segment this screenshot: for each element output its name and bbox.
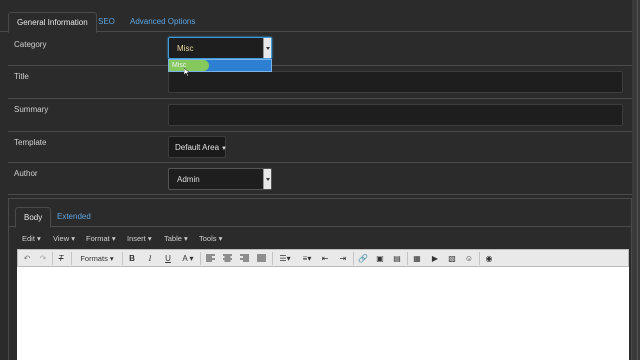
- align-justify-icon[interactable]: [257, 252, 267, 265]
- editor-toolbar: ↶ ↷ T Formats ▾ B I U A ▾ ☰▾ ≡▾ ⇤ ⇥ 🔗 ▣ …: [17, 249, 629, 267]
- indent-icon[interactable]: ⇥: [338, 252, 348, 265]
- template-label: Template: [14, 138, 47, 147]
- bullet-list-icon[interactable]: ☰▾: [276, 252, 294, 265]
- toolbar-separator: [272, 252, 273, 265]
- gallery-icon[interactable]: ▧: [447, 252, 457, 265]
- template-row: Template: [8, 132, 632, 163]
- tab-extended[interactable]: Extended: [49, 207, 99, 228]
- text-color-icon[interactable]: A ▾: [180, 252, 196, 265]
- align-left-icon[interactable]: [206, 252, 216, 265]
- undo-icon[interactable]: ↶: [22, 252, 32, 265]
- insert-image-icon[interactable]: ▦: [412, 252, 422, 265]
- italic-icon[interactable]: I: [145, 252, 155, 265]
- tab-general-information[interactable]: General Information: [8, 12, 97, 33]
- formats-dropdown[interactable]: Formats ▾: [75, 252, 119, 265]
- video-icon[interactable]: ▶: [430, 252, 440, 265]
- template-value: Default Area: [175, 143, 220, 152]
- align-center-icon[interactable]: [223, 252, 233, 265]
- category-row: Category: [8, 33, 632, 66]
- media-icon[interactable]: ▤: [392, 252, 402, 265]
- toolbar-separator: [479, 252, 480, 265]
- main-tabs: General Information SEO Advanced Options: [0, 0, 632, 33]
- title-label: Title: [14, 72, 29, 81]
- category-select[interactable]: Misc: [168, 37, 272, 59]
- chevron-down-icon: [263, 169, 271, 189]
- toolbar-separator: [200, 252, 201, 265]
- author-select-value: Admin: [177, 175, 200, 184]
- preview-eye-icon[interactable]: ◉: [483, 252, 495, 265]
- toolbar-separator: [122, 252, 123, 265]
- toolbar-separator: [71, 252, 72, 265]
- editor-tabs: Body Extended: [9, 199, 631, 228]
- numbered-list-icon[interactable]: ≡▾: [298, 252, 316, 265]
- menu-view[interactable]: View ▾: [53, 234, 75, 243]
- window-edge: [632, 0, 640, 360]
- category-select-value: Misc: [177, 44, 194, 53]
- title-input[interactable]: [168, 71, 623, 93]
- image-icon[interactable]: ▣: [375, 252, 385, 265]
- menu-format[interactable]: Format ▾: [86, 234, 116, 243]
- redo-icon[interactable]: ↷: [38, 252, 48, 265]
- editor-content-area[interactable]: [17, 267, 629, 360]
- link-icon[interactable]: 🔗: [358, 252, 368, 265]
- mouse-cursor-icon: [184, 68, 190, 77]
- tab-body[interactable]: Body: [15, 207, 52, 228]
- toolbar-separator: [353, 252, 354, 265]
- align-right-icon[interactable]: [240, 252, 250, 265]
- toolbar-separator: [407, 252, 408, 265]
- underline-icon[interactable]: U: [163, 252, 173, 265]
- author-row: Author: [8, 163, 632, 195]
- caret-down-icon: ▼: [221, 146, 227, 152]
- emoticons-icon[interactable]: ☺: [464, 252, 474, 265]
- template-dropdown-button[interactable]: Default Area ▼: [168, 136, 227, 158]
- summary-input[interactable]: [168, 104, 623, 126]
- author-select[interactable]: Admin: [168, 168, 272, 190]
- clear-formatting-icon[interactable]: T: [56, 252, 66, 265]
- tab-seo[interactable]: SEO: [90, 12, 123, 33]
- author-label: Author: [14, 169, 38, 178]
- tab-advanced-options[interactable]: Advanced Options: [122, 12, 203, 33]
- summary-label: Summary: [14, 105, 49, 114]
- menu-insert[interactable]: Insert ▾: [127, 234, 152, 243]
- chevron-down-icon: [263, 38, 271, 58]
- menu-table[interactable]: Table ▾: [164, 234, 188, 243]
- menu-tools[interactable]: Tools ▾: [199, 234, 222, 243]
- category-label: Category: [14, 40, 47, 49]
- menu-edit[interactable]: Edit ▾: [22, 234, 41, 243]
- bold-icon[interactable]: B: [127, 252, 137, 265]
- rich-text-editor: Body Extended Edit ▾ View ▾ Format ▾ Ins…: [8, 198, 632, 360]
- toolbar-separator: [52, 252, 53, 265]
- outdent-icon[interactable]: ⇤: [320, 252, 330, 265]
- editor-menubar: Edit ▾ View ▾ Format ▾ Insert ▾ Table ▾ …: [17, 231, 631, 247]
